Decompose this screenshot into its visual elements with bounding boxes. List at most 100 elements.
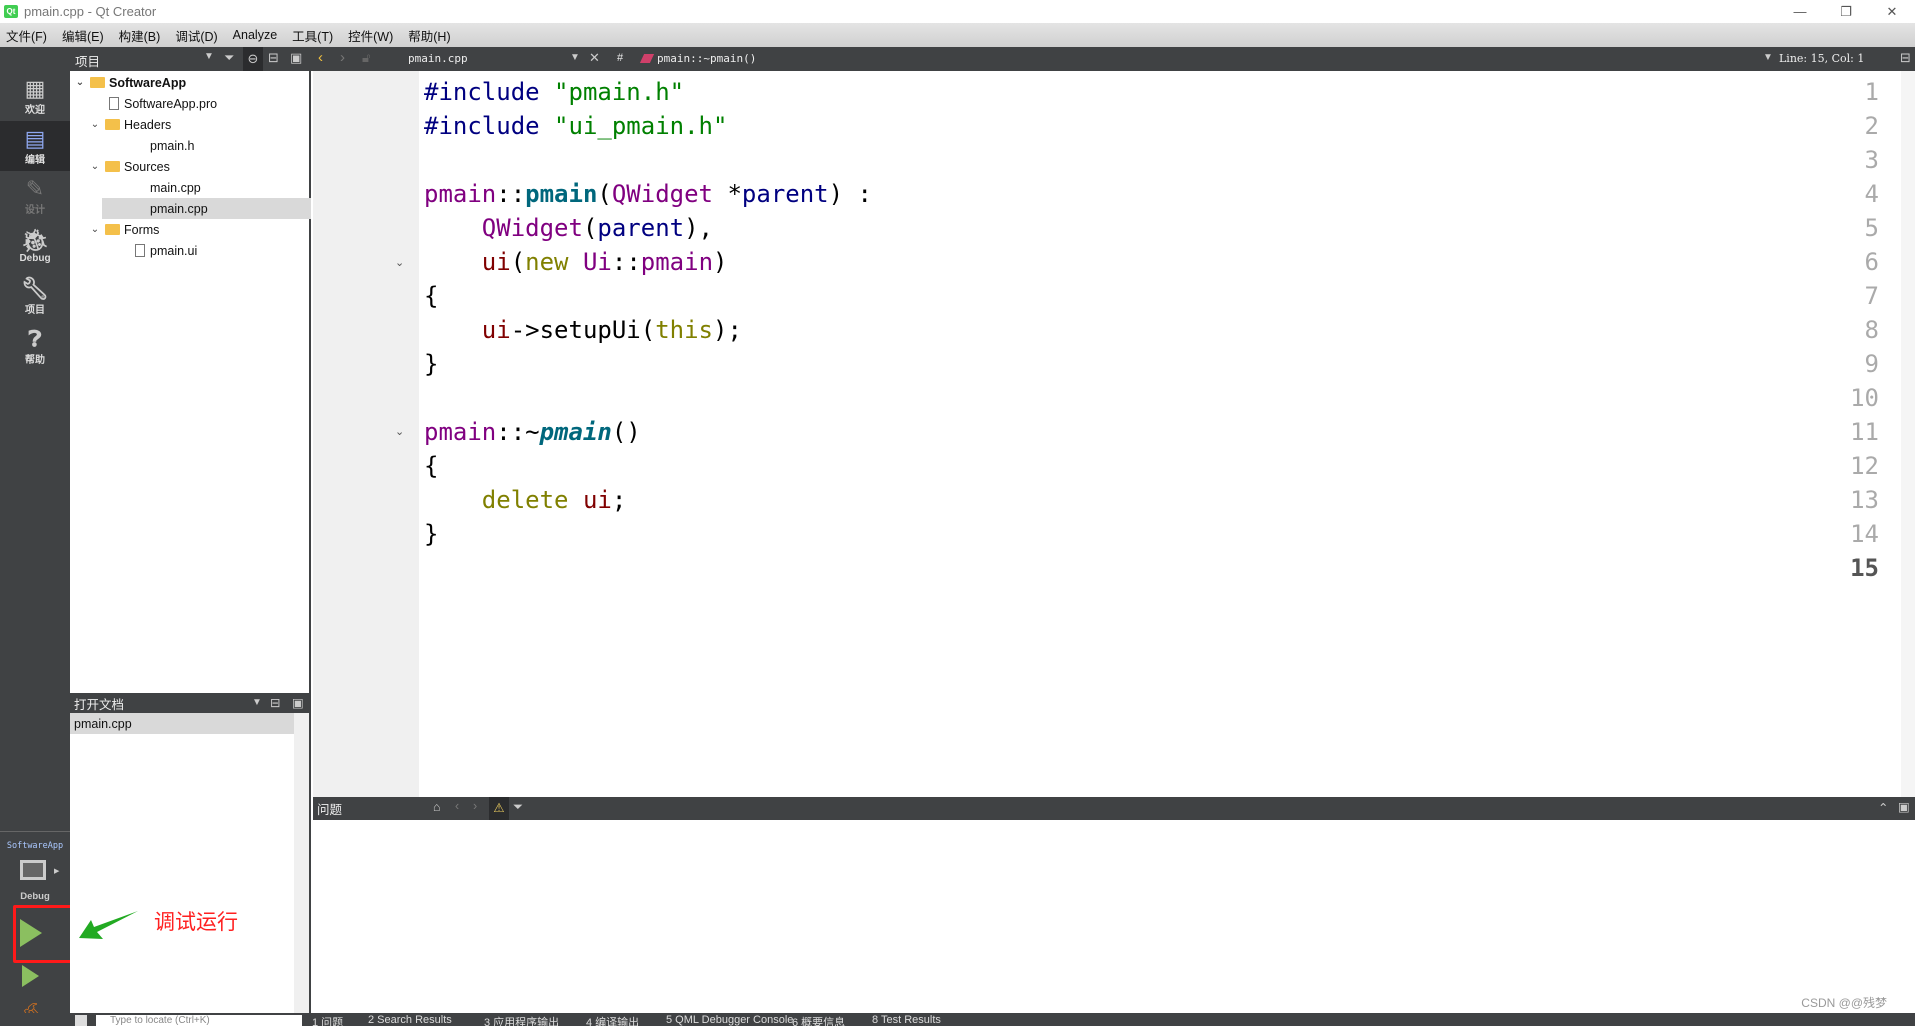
title-bar: Qt pmain.cpp - Qt Creator — ❐ ✕ bbox=[0, 0, 1915, 23]
menu-edit[interactable]: 编辑(E) bbox=[62, 26, 104, 45]
kit-build-label: Debug bbox=[20, 891, 50, 902]
fold-icon[interactable]: ⌄ bbox=[395, 256, 404, 269]
forms-folder-icon bbox=[105, 224, 120, 235]
menu-build[interactable]: 构建(B) bbox=[119, 26, 161, 45]
symbol-selector[interactable]: pmain::~pmain() bbox=[657, 52, 756, 65]
code-editor[interactable]: 1 2 3 4 5 6 7 8 9 10 11 12 13 14 15 ⌄ ⌄ #include "pmai… bbox=[313, 71, 1915, 797]
code-line: pmain::pmain(QWidget *parent) : bbox=[424, 180, 872, 208]
menu-tools[interactable]: 工具(T) bbox=[292, 26, 333, 45]
file-selector[interactable]: pmain.cpp bbox=[408, 52, 468, 65]
kit-arrow-icon[interactable]: ▶ bbox=[54, 867, 59, 875]
editor-scrollbar[interactable] bbox=[1901, 71, 1915, 797]
close-file-icon[interactable]: ✕ bbox=[589, 50, 600, 66]
status-tab-app-output[interactable]: 3 应用程序输出 bbox=[484, 1014, 559, 1026]
locator-input[interactable]: Type to locate (Ctrl+K) bbox=[96, 1015, 302, 1026]
mode-debug[interactable]: 🐞︎ Debug bbox=[0, 221, 70, 271]
status-bar: Type to locate (Ctrl+K) 1 问题 2 Search Re… bbox=[0, 1013, 1915, 1026]
line-number: 9 bbox=[1864, 350, 1879, 378]
qt-project-icon bbox=[90, 77, 105, 88]
link-icon[interactable]: ⊖ bbox=[243, 47, 263, 71]
mode-welcome[interactable]: ▦ 欢迎 bbox=[0, 71, 70, 121]
filter-icon[interactable]: ⏷ bbox=[224, 50, 234, 66]
maximize-pane-icon[interactable]: ⌃ bbox=[1878, 800, 1888, 815]
filter-icon[interactable]: ⏷ bbox=[513, 800, 523, 815]
pencil-icon: ✎ bbox=[25, 175, 45, 201]
close-pane-icon[interactable]: ▣ bbox=[292, 695, 304, 710]
menu-analyze[interactable]: Analyze bbox=[233, 28, 277, 42]
menu-debug[interactable]: 调试(D) bbox=[175, 26, 217, 45]
line-number: 6 bbox=[1864, 248, 1879, 276]
mode-help[interactable]: ❓︎ 帮助 bbox=[0, 321, 70, 371]
menu-widgets[interactable]: 控件(W) bbox=[348, 26, 393, 45]
pane-dropdown-icon[interactable]: ▼ bbox=[204, 51, 214, 62]
status-tab-compile[interactable]: 4 编译输出 bbox=[586, 1014, 639, 1026]
minimize-button[interactable]: — bbox=[1777, 0, 1823, 23]
status-tab-tests[interactable]: 8 Test Results bbox=[872, 1014, 941, 1026]
mode-edit[interactable]: ▤ 编辑 bbox=[0, 121, 70, 171]
hash-label: # bbox=[617, 52, 624, 64]
lock-icon: 🔓︎ bbox=[362, 50, 371, 65]
forward-icon[interactable]: › bbox=[340, 49, 345, 66]
qt-logo-icon: Qt bbox=[4, 5, 18, 18]
mode-label: 帮助 bbox=[25, 354, 45, 366]
close-pane-icon[interactable]: ▣ bbox=[1898, 799, 1910, 814]
tree-item-headers[interactable]: ⌄ Headers bbox=[70, 114, 311, 135]
split-editor-icon[interactable]: ⊟ bbox=[1900, 50, 1911, 66]
sidebar-toggle-icon[interactable] bbox=[75, 1015, 87, 1026]
mode-label: 设计 bbox=[25, 204, 45, 216]
symbol-dropdown-icon[interactable]: ▼ bbox=[1763, 52, 1773, 63]
code-line: } bbox=[424, 350, 439, 378]
tree-label: SoftwareApp bbox=[109, 75, 187, 90]
line-number: 14 bbox=[1850, 520, 1879, 548]
tree-item-pmain-h[interactable]: pmain.h bbox=[70, 135, 311, 156]
scrollbar[interactable] bbox=[294, 713, 309, 1013]
line-number: 1 bbox=[1864, 78, 1879, 106]
close-pane-icon[interactable]: ▣ bbox=[290, 50, 302, 66]
tree-item-pmain-cpp[interactable]: pmain.cpp bbox=[102, 198, 311, 219]
mode-design[interactable]: ✎ 设计 bbox=[0, 171, 70, 221]
warning-filter-icon[interactable]: ⚠ bbox=[489, 797, 509, 820]
line-number: 10 bbox=[1850, 384, 1879, 412]
code-line: QWidget(parent), bbox=[481, 214, 714, 242]
back-icon[interactable]: ‹ bbox=[318, 49, 323, 66]
tree-item-pmain-ui[interactable]: pmain.ui bbox=[70, 240, 311, 261]
fold-icon[interactable]: ⌄ bbox=[395, 425, 404, 438]
maximize-button[interactable]: ❐ bbox=[1823, 0, 1869, 23]
status-tab-general[interactable]: 6 概要信息 bbox=[792, 1014, 845, 1026]
clean-icon[interactable]: ⌂ bbox=[433, 800, 441, 814]
mode-projects[interactable]: 🔧︎ 项目 bbox=[0, 271, 70, 321]
prev-icon[interactable]: ‹ bbox=[455, 799, 459, 813]
next-icon[interactable]: › bbox=[473, 799, 477, 813]
dropdown-icon[interactable]: ▼ bbox=[252, 697, 262, 708]
split-icon[interactable]: ⊟ bbox=[268, 50, 279, 66]
menu-file[interactable]: 文件(F) bbox=[6, 26, 47, 45]
code-line: { bbox=[424, 452, 439, 480]
tree-label: main.cpp bbox=[150, 180, 201, 195]
code-line: pmain::~pmain() bbox=[424, 418, 641, 446]
status-tab-search[interactable]: 2 Search Results bbox=[368, 1014, 452, 1026]
code-line: } bbox=[424, 520, 439, 548]
split-icon[interactable]: ⊟ bbox=[270, 695, 280, 710]
output-pane-title: 问题 bbox=[317, 803, 343, 817]
tree-item-softwareapp[interactable]: ⌄ SoftwareApp bbox=[70, 72, 311, 93]
status-tab-issues[interactable]: 1 问题 bbox=[312, 1014, 343, 1026]
tree-item-sources[interactable]: ⌄ Sources bbox=[70, 156, 311, 177]
tree-item-main-cpp[interactable]: main.cpp bbox=[70, 177, 311, 198]
monitor-icon[interactable] bbox=[20, 860, 46, 880]
line-number: 15 bbox=[1850, 554, 1879, 582]
tree-item-forms[interactable]: ⌄ Forms bbox=[70, 219, 311, 240]
cursor-position[interactable]: Line: 15, Col: 1 bbox=[1779, 52, 1864, 65]
menu-help[interactable]: 帮助(H) bbox=[408, 26, 450, 45]
tree-item-pro[interactable]: SoftwareApp.pro bbox=[70, 93, 311, 114]
annotation-text: 调试运行 bbox=[154, 911, 238, 934]
code-line: #include "ui_pmain.h" bbox=[424, 112, 728, 140]
file-dropdown-icon[interactable]: ▼ bbox=[570, 52, 580, 63]
code-line: { bbox=[424, 282, 439, 310]
open-document-item[interactable]: pmain.cpp bbox=[70, 713, 294, 734]
open-documents-header: 打开文档 ▼ ⊟ ▣ bbox=[70, 693, 311, 713]
status-tab-qml[interactable]: 5 QML Debugger Console bbox=[666, 1014, 793, 1026]
close-button[interactable]: ✕ bbox=[1869, 0, 1915, 23]
edit-icon: ▤ bbox=[24, 125, 46, 151]
mode-label: Debug bbox=[19, 252, 51, 264]
debug-run-button[interactable] bbox=[22, 965, 39, 987]
